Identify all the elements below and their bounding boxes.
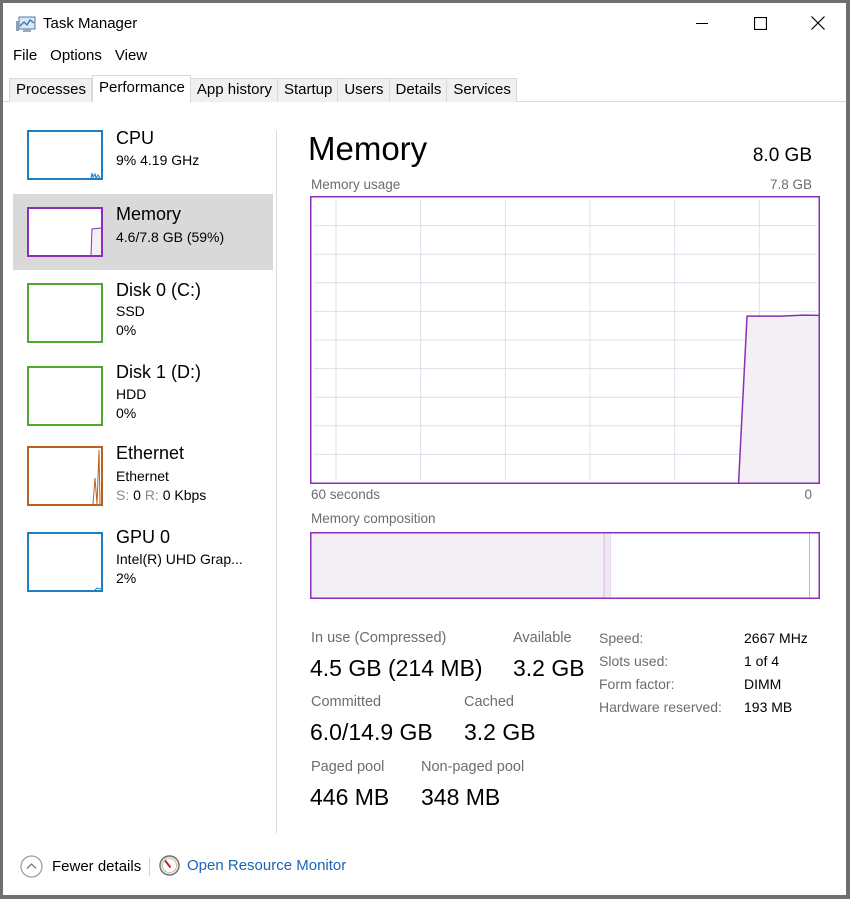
tab-app-history[interactable]: App history <box>190 78 278 102</box>
disk-0-thumbnail-graph <box>27 283 103 343</box>
task-manager-window: Task Manager File Options View Processes… <box>0 0 850 899</box>
close-icon <box>811 16 825 30</box>
sidebar-item-gpu-0[interactable]: GPU 0 Intel(R) UHD Grap... 2% <box>13 521 273 601</box>
memory-usage: 4.6/7.8 GB (59%) <box>116 229 225 245</box>
tab-processes[interactable]: Processes <box>9 78 93 102</box>
hardware-reserved-label: Hardware reserved: <box>599 699 722 715</box>
open-resource-monitor-link[interactable]: Open Resource Monitor <box>159 855 346 876</box>
memory-usage-max-label: 7.8 GB <box>769 177 812 192</box>
memory-title: Memory <box>116 204 182 224</box>
sidebar-divider <box>276 131 277 833</box>
sidebar-item-disk-0[interactable]: Disk 0 (C:) SSD 0% <box>13 270 273 354</box>
fewer-details-label: Fewer details <box>52 858 142 875</box>
composition-in-use <box>311 533 605 598</box>
cpu-title: CPU <box>116 128 155 148</box>
menu-file[interactable]: File <box>3 45 43 69</box>
title-bar: Task Manager <box>3 3 846 43</box>
sidebar-item-memory[interactable]: Memory 4.6/7.8 GB (59%) <box>13 194 273 270</box>
composition-standby <box>610 533 810 598</box>
ethernet-thumbnail-graph <box>27 446 103 506</box>
ethernet-adapter: Ethernet <box>116 468 169 484</box>
menu-bar: File Options View <box>3 45 153 69</box>
usage-area-fill <box>738 315 819 483</box>
disk-0-type: SSD <box>116 303 145 319</box>
tab-users[interactable]: Users <box>338 78 390 102</box>
resource-monitor-icon <box>159 855 180 876</box>
gpu-0-thumbnail-graph <box>27 532 103 592</box>
available-label: Available <box>513 630 572 646</box>
hardware-reserved-value: 193 MB <box>744 699 793 715</box>
disk-0-usage: 0% <box>116 322 137 338</box>
available-value: 3.2 GB <box>513 655 585 681</box>
composition-modified <box>603 532 611 599</box>
sidebar-item-ethernet[interactable]: Ethernet Ethernet S: 0 R: 0 Kbps <box>13 437 273 521</box>
gpu-0-model: Intel(R) UHD Grap... <box>116 551 243 567</box>
non-paged-pool-label: Non-paged pool <box>421 759 525 775</box>
tab-services[interactable]: Services <box>447 78 517 102</box>
disk-1-title: Disk 1 (D:) <box>116 362 201 382</box>
close-button[interactable] <box>789 3 847 43</box>
memory-composition-label: Memory composition <box>311 511 436 526</box>
memory-composition-bar <box>310 532 820 599</box>
ethernet-title: Ethernet <box>116 443 185 463</box>
ethernet-throughput: S: 0 R: 0 Kbps <box>116 487 207 503</box>
committed-label: Committed <box>311 694 382 710</box>
task-manager-app-icon <box>16 16 36 34</box>
footer-divider <box>149 858 150 876</box>
chart-x-right-label: 0 <box>804 487 812 502</box>
cached-label: Cached <box>464 694 514 710</box>
tab-startup[interactable]: Startup <box>277 78 339 102</box>
slots-used-value: 1 of 4 <box>744 653 780 669</box>
chevron-up-circle-icon <box>20 855 43 878</box>
disk-1-usage: 0% <box>116 405 137 421</box>
disk-1-type: HDD <box>116 386 147 402</box>
menu-options[interactable]: Options <box>43 45 108 69</box>
in-use-value: 4.5 GB (214 MB) <box>310 655 483 681</box>
memory-thumbnail-graph <box>27 207 103 257</box>
footer: Fewer details Open Resource Monitor <box>3 848 846 888</box>
committed-value: 6.0/14.9 GB <box>310 719 433 745</box>
page-title: Memory <box>308 130 428 167</box>
minimize-icon <box>696 23 708 24</box>
tab-bar: Processes Performance App history Startu… <box>3 69 846 103</box>
non-paged-pool-value: 348 MB <box>421 784 501 810</box>
memory-total: 8.0 GB <box>752 145 812 166</box>
disk-1-thumbnail-graph <box>27 366 103 426</box>
speed-label: Speed: <box>599 630 644 646</box>
memory-usage-chart <box>310 196 820 484</box>
tab-details[interactable]: Details <box>389 78 448 102</box>
sidebar-item-disk-1[interactable]: Disk 1 (D:) HDD 0% <box>13 354 273 437</box>
tab-performance[interactable]: Performance <box>92 75 191 103</box>
disk-0-title: Disk 0 (C:) <box>116 280 201 300</box>
maximize-button[interactable] <box>731 3 789 43</box>
form-factor-label: Form factor: <box>599 676 675 692</box>
in-use-label: In use (Compressed) <box>311 630 447 646</box>
gpu-0-usage: 2% <box>116 570 137 586</box>
cached-value: 3.2 GB <box>464 719 536 745</box>
cpu-usage: 9% 4.19 GHz <box>116 152 200 168</box>
chart-x-left-label: 60 seconds <box>311 487 381 502</box>
window-title: Task Manager <box>43 15 138 32</box>
fewer-details-button[interactable]: Fewer details <box>20 855 141 878</box>
gpu-0-title: GPU 0 <box>116 527 171 547</box>
cpu-thumbnail-graph <box>27 130 103 180</box>
slots-used-label: Slots used: <box>599 653 669 669</box>
minimize-button[interactable] <box>673 3 731 43</box>
sidebar-item-cpu[interactable]: CPU 9% 4.19 GHz <box>13 118 273 194</box>
maximize-icon <box>753 16 767 30</box>
open-resource-monitor-label: Open Resource Monitor <box>187 857 347 874</box>
paged-pool-value: 446 MB <box>310 784 390 810</box>
paged-pool-label: Paged pool <box>311 759 385 775</box>
menu-view[interactable]: View <box>108 45 153 69</box>
speed-value: 2667 MHz <box>744 630 808 646</box>
resource-sidebar: CPU 9% 4.19 GHz Memory 4.6/7.8 GB (59%) … <box>13 118 273 601</box>
form-factor-value: DIMM <box>744 676 782 692</box>
memory-usage-label: Memory usage <box>311 177 401 192</box>
